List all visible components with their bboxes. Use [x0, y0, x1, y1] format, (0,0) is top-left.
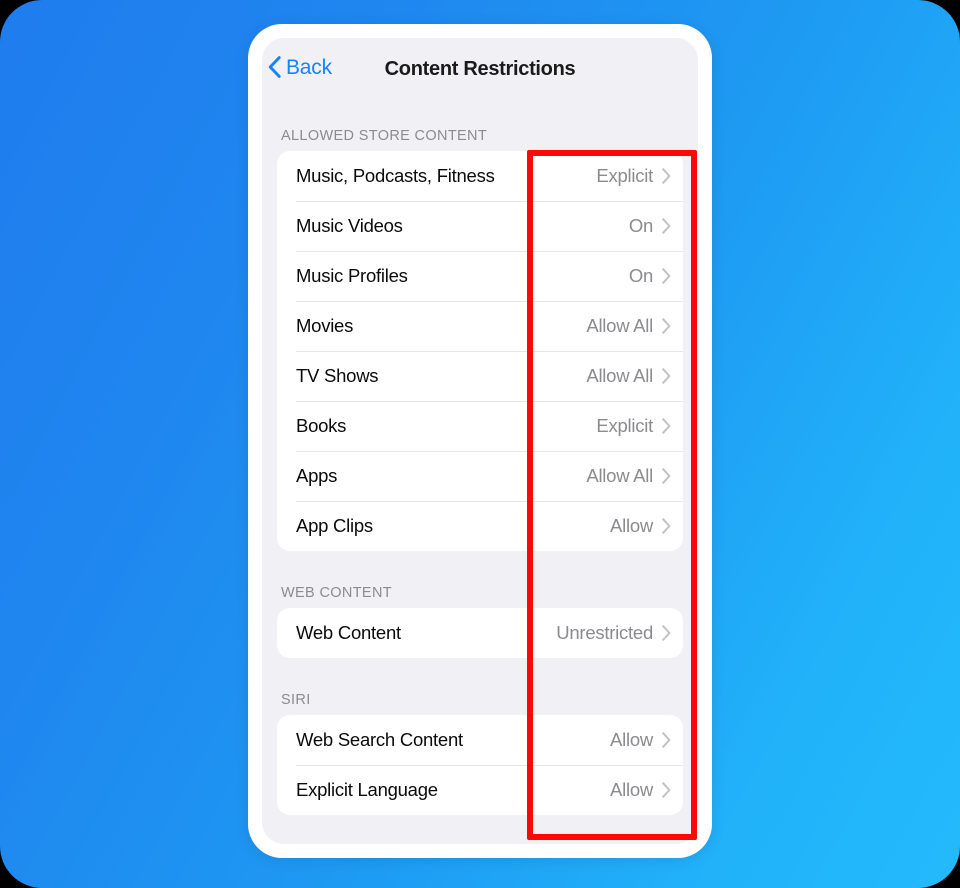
table-row[interactable]: Books Explicit [277, 401, 683, 451]
chevron-right-icon [662, 518, 671, 534]
table-row[interactable]: Explicit Language Allow [277, 765, 683, 815]
row-value: Allow [610, 515, 653, 536]
table-row[interactable]: Web Search Content Allow [277, 715, 683, 765]
chevron-right-icon [662, 625, 671, 641]
row-label: Books [296, 415, 347, 436]
chevron-right-icon [662, 318, 671, 334]
row-accessory: Allow [610, 729, 671, 751]
row-value: On [628, 265, 653, 286]
settings-screen: Back Content Restrictions ALLOWED STORE … [262, 38, 698, 844]
row-value: Allow [610, 729, 653, 750]
section-siri: SIRI Web Search Content Allow Explicit L… [262, 692, 698, 815]
row-accessory: On [629, 215, 671, 237]
row-label: App Clips [296, 515, 373, 536]
row-value: Unrestricted [556, 622, 653, 643]
row-value: Allow All [586, 315, 653, 336]
row-label: Apps [296, 465, 338, 486]
section-header-allowed-store-content: ALLOWED STORE CONTENT [281, 128, 488, 144]
navigation-bar: Back Content Restrictions [262, 38, 698, 106]
chevron-right-icon [662, 368, 671, 384]
row-label: Web Content [296, 622, 401, 643]
row-label: Web Search Content [296, 729, 463, 750]
table-row[interactable]: Movies Allow All [277, 301, 683, 351]
row-accessory: Explicit [596, 415, 671, 437]
row-value: Allow All [586, 465, 653, 486]
table-row[interactable]: Music, Podcasts, Fitness Explicit [277, 151, 683, 201]
table-row[interactable]: App Clips Allow [277, 501, 683, 551]
section-allowed-store-content: ALLOWED STORE CONTENT Music, Podcasts, F… [262, 128, 698, 551]
row-label: Explicit Language [296, 779, 438, 800]
table-row[interactable]: Apps Allow All [277, 451, 683, 501]
phone-settings-card: Back Content Restrictions ALLOWED STORE … [248, 24, 712, 858]
chevron-right-icon [662, 268, 671, 284]
row-value: Allow All [586, 365, 653, 386]
chevron-right-icon [662, 782, 671, 798]
row-value: On [628, 215, 653, 236]
row-label: TV Shows [296, 365, 379, 386]
row-accessory: Allow All [586, 465, 671, 487]
row-value: Explicit [596, 415, 653, 436]
settings-group-siri: Web Search Content Allow Explicit Langua… [277, 715, 683, 815]
section-web-content: WEB CONTENT Web Content Unrestricted [262, 585, 698, 658]
section-header-web-content: WEB CONTENT [281, 585, 392, 601]
chevron-right-icon [662, 218, 671, 234]
section-header-siri: SIRI [281, 692, 311, 708]
settings-group-web-content: Web Content Unrestricted [277, 608, 683, 658]
row-accessory: Unrestricted [556, 622, 671, 644]
settings-group-allowed-store-content: Music, Podcasts, Fitness Explicit Music … [277, 151, 683, 551]
row-accessory: Allow [610, 515, 671, 537]
row-label: Music Videos [296, 215, 403, 236]
row-label: Movies [296, 315, 354, 336]
row-label: Music Profiles [296, 265, 408, 286]
chevron-right-icon [662, 418, 671, 434]
row-accessory: Allow All [586, 315, 671, 337]
chevron-right-icon [662, 732, 671, 748]
row-accessory: Allow All [586, 365, 671, 387]
chevron-right-icon [662, 468, 671, 484]
row-value: Explicit [596, 165, 653, 186]
row-accessory: Explicit [596, 165, 671, 187]
table-row[interactable]: TV Shows Allow All [277, 351, 683, 401]
table-row[interactable]: Music Profiles On [277, 251, 683, 301]
chevron-right-icon [662, 168, 671, 184]
table-row[interactable]: Web Content Unrestricted [277, 608, 683, 658]
row-value: Allow [610, 779, 653, 800]
row-accessory: Allow [610, 779, 671, 801]
page-title: Content Restrictions [384, 58, 576, 80]
screenshot-canvas: Back Content Restrictions ALLOWED STORE … [0, 0, 960, 888]
row-accessory: On [629, 265, 671, 287]
row-label: Music, Podcasts, Fitness [296, 165, 495, 186]
table-row[interactable]: Music Videos On [277, 201, 683, 251]
